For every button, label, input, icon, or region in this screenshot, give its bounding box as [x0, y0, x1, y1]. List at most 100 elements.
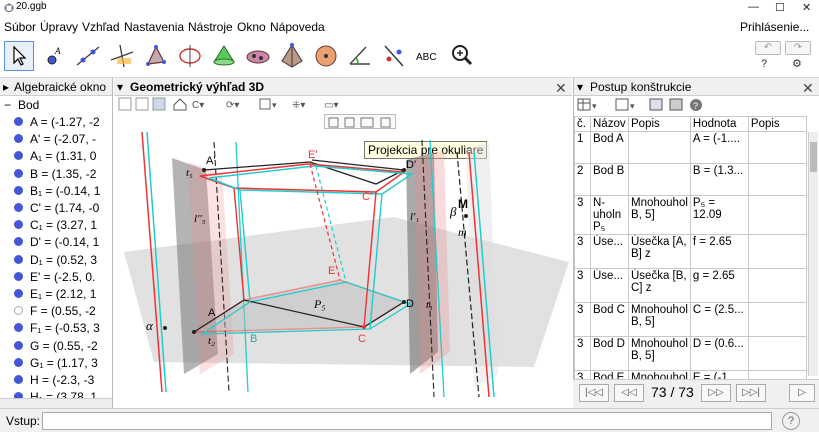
close-window-button[interactable]: ✕ — [802, 1, 811, 14]
protocol-vscrollbar[interactable] — [808, 132, 818, 376]
menu-options[interactable]: Nastavenia — [124, 20, 184, 34]
visibility-toggle-icon[interactable] — [14, 185, 23, 195]
menu-help[interactable]: Nápoveda — [270, 20, 325, 34]
menu-file[interactable]: Súbor — [4, 20, 36, 34]
circle-axis-tool-icon[interactable] — [175, 41, 205, 71]
perpendicular-line-tool-icon[interactable] — [107, 41, 137, 71]
algebra-item-text: D' = (-0.14, 1 — [30, 235, 100, 250]
close-protocol-icon[interactable]: ✕ — [802, 80, 814, 97]
algebra-item[interactable]: A₁ = (1.31, 0 — [0, 148, 112, 165]
protocol-row[interactable]: 3 Bod D Mnohouhol B, 5] D = (0.6... — [574, 336, 807, 371]
prev-step-button[interactable]: ◁◁ — [614, 384, 644, 402]
toolbar-help-icon[interactable]: ? — [761, 58, 767, 70]
vertex-A[interactable] — [192, 330, 196, 334]
protocol-row[interactable]: 1 Bod A A = (-1.... — [574, 131, 807, 164]
menu-window[interactable]: Okno — [237, 20, 266, 34]
label-l2: l''₅ — [194, 213, 206, 225]
line-tool-icon[interactable] — [73, 41, 103, 71]
vertex-A2[interactable] — [202, 168, 206, 172]
stylebar-icons[interactable]: C▾ ⟳▾ ▾ ⁜▾ ▭▾ — [114, 96, 364, 112]
col-name[interactable]: Názov — [590, 116, 629, 132]
protocol-row[interactable]: 3 Úse... Úsečka [B, C] zg = 2.65 — [574, 268, 807, 303]
algebra-item[interactable]: A = (-1.27, -2 — [0, 114, 112, 131]
algebra-item[interactable]: H = (-2.3, -3 — [0, 372, 112, 389]
pyramid-tool-icon[interactable] — [243, 41, 273, 71]
input-help-icon[interactable]: ? — [782, 412, 800, 430]
visibility-toggle-icon[interactable] — [14, 220, 23, 230]
col-description[interactable]: Popis — [628, 116, 691, 132]
reflect-tool-icon[interactable] — [379, 41, 409, 71]
protocol-row[interactable]: 3 Bod C Mnohouhol B, 5] C = (2.5... — [574, 302, 807, 337]
label-t2: t₂ — [208, 335, 215, 347]
next-step-button[interactable]: ▷▷ — [701, 384, 731, 402]
visibility-toggle-icon[interactable] — [14, 306, 23, 316]
move-tool-icon[interactable] — [4, 41, 34, 71]
menu-view[interactable]: Vzhľad — [82, 20, 120, 34]
algebra-item[interactable]: A' = (-2.07, - — [0, 131, 112, 148]
maximize-button[interactable]: ☐ — [775, 1, 785, 14]
algebra-item[interactable]: D₁ = (0.52, 3 — [0, 252, 112, 269]
algebra-item[interactable]: C' = (1.74, -0 — [0, 200, 112, 217]
text-tool-icon[interactable]: ABC — [413, 41, 443, 71]
input-field[interactable] — [42, 412, 772, 430]
visibility-toggle-icon[interactable] — [14, 134, 23, 144]
undo-button[interactable]: ↶ — [755, 41, 781, 55]
login-link[interactable]: Prihlásenie... — [740, 20, 809, 34]
collapse-icon[interactable]: − — [4, 98, 11, 112]
polygon-tool-icon[interactable] — [141, 41, 171, 71]
visibility-toggle-icon[interactable] — [14, 271, 23, 281]
plane-tool-icon[interactable] — [209, 41, 239, 71]
protocol-stylebar[interactable]: ▾ ▾ ? — [576, 97, 716, 113]
algebra-item[interactable]: G = (0.55, -2 — [0, 338, 112, 355]
visibility-toggle-icon[interactable] — [14, 151, 23, 161]
collapse-arrow-icon[interactable]: ▾ — [577, 80, 583, 94]
point-M[interactable] — [464, 214, 468, 218]
point-alpha[interactable] — [163, 326, 167, 330]
menu-tools[interactable]: Nástroje — [188, 20, 233, 34]
protocol-row[interactable]: 3 N-uholn P₅ Mnohouhol B, 5] P₅ = 12.09 — [574, 195, 807, 235]
protocol-row[interactable]: 2 Bod B B = (1.3... — [574, 163, 807, 196]
collapse-arrow-icon[interactable]: ▾ — [117, 80, 123, 94]
play-button[interactable]: ▷ — [789, 384, 815, 402]
zoom-tool-icon[interactable] — [447, 41, 477, 71]
vertex-C[interactable] — [362, 325, 366, 329]
algebra-item[interactable]: E' = (-2.5, 0. — [0, 269, 112, 286]
expand-arrow-icon[interactable]: ▸ — [3, 80, 9, 94]
menu-edit[interactable]: Úpravy — [40, 20, 78, 34]
input-bar: Vstup: ? — [0, 408, 819, 432]
visibility-toggle-icon[interactable] — [14, 168, 23, 178]
protocol-row[interactable]: 3 Úse... Úsečka [A, B] zf = 2.65 — [574, 234, 807, 269]
algebra-item[interactable]: E₁ = (2.12, 1 — [0, 286, 112, 303]
algebra-item[interactable]: G₁ = (1.17, 3 — [0, 355, 112, 372]
algebra-group[interactable]: − Bod — [0, 97, 112, 114]
visibility-toggle-icon[interactable] — [14, 357, 23, 367]
first-step-button[interactable]: |◁◁ — [579, 384, 609, 402]
visibility-toggle-icon[interactable] — [14, 375, 23, 384]
angle-tool-icon[interactable] — [345, 41, 375, 71]
sphere-tool-icon[interactable] — [311, 41, 341, 71]
prism-tool-icon[interactable] — [277, 41, 307, 71]
minimize-button[interactable]: — — [748, 1, 759, 13]
algebra-item[interactable]: B = (1.35, -2 — [0, 166, 112, 183]
visibility-toggle-icon[interactable] — [14, 323, 23, 333]
visibility-toggle-icon[interactable] — [14, 289, 23, 298]
redo-button[interactable]: ↷ — [785, 41, 811, 55]
col-number[interactable]: č. — [574, 116, 591, 132]
close-view-icon[interactable]: ✕ — [555, 80, 567, 97]
visibility-toggle-icon[interactable] — [14, 117, 23, 126]
col-value[interactable]: Hodnota — [689, 116, 749, 132]
algebra-hscrollbar[interactable] — [0, 398, 112, 408]
algebra-item[interactable]: D' = (-0.14, 1 — [0, 234, 112, 251]
visibility-toggle-icon[interactable] — [14, 237, 23, 247]
algebra-item[interactable]: F₁ = (-0.53, 3 — [0, 320, 112, 337]
algebra-item[interactable]: C₁ = (3.27, 1 — [0, 217, 112, 234]
visibility-toggle-icon[interactable] — [14, 340, 23, 350]
algebra-item[interactable]: B₁ = (-0.14, 1 — [0, 183, 112, 200]
col-caption[interactable]: Popis — [747, 116, 807, 132]
settings-gear-icon[interactable]: ⚙ — [792, 57, 802, 70]
last-step-button[interactable]: ▷▷| — [736, 384, 766, 402]
point-tool-icon[interactable]: A — [39, 41, 69, 71]
visibility-toggle-icon[interactable] — [14, 254, 23, 264]
algebra-item[interactable]: F = (0.55, -2 — [0, 303, 112, 320]
visibility-toggle-icon[interactable] — [14, 203, 23, 212]
